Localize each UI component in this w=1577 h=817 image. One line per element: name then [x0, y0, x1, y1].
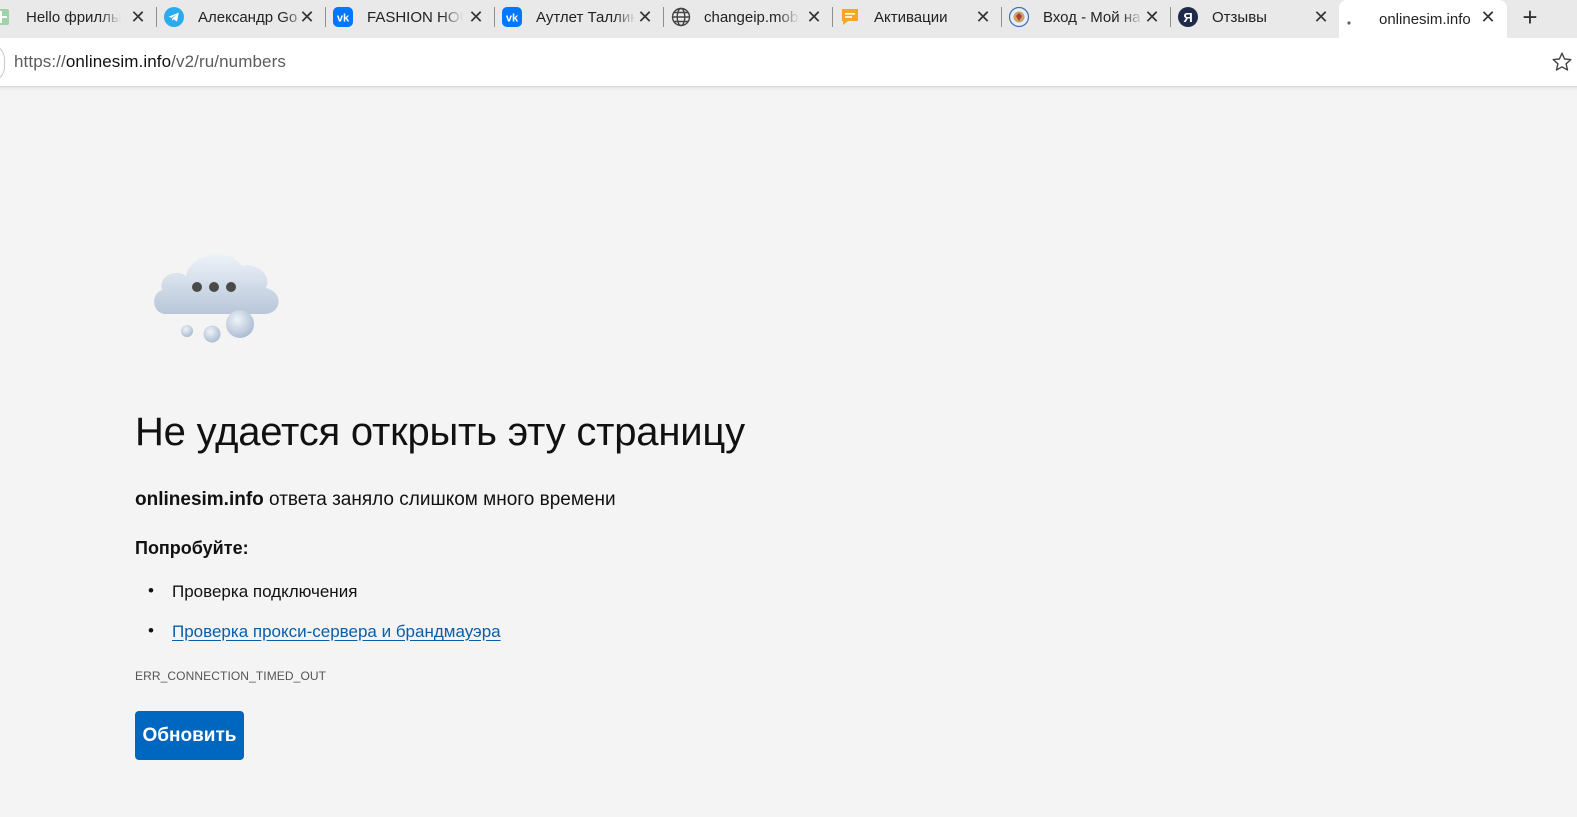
url-path: /v2/ru/numbers	[171, 52, 286, 71]
tab-activations[interactable]: Активации ✕	[840, 0, 1000, 34]
address-bar[interactable]: https://onlinesim.info/v2/ru/numbers	[14, 52, 286, 72]
new-tab-button[interactable]: +	[1517, 2, 1543, 32]
url-host: onlinesim.info	[65, 52, 172, 71]
omnibox-border	[0, 44, 5, 82]
vk-icon: vk	[333, 7, 353, 27]
tab-separator	[494, 7, 495, 27]
close-icon[interactable]: ✕	[297, 7, 317, 27]
try-label: Попробуйте:	[135, 538, 249, 558]
tab-title: FASHION HOU	[367, 8, 463, 26]
vk-icon: vk	[502, 7, 522, 27]
close-icon[interactable]: ✕	[466, 7, 486, 27]
tab-reviews[interactable]: Я Отзывы ✕	[1178, 0, 1338, 34]
tab-separator	[832, 7, 833, 27]
suggestion-text: Проверка подключения	[172, 582, 358, 601]
svg-text:Я: Я	[1183, 10, 1192, 25]
tab-title: changeip.mob	[704, 8, 799, 26]
close-icon[interactable]: ✕	[804, 7, 824, 27]
tab-outlet[interactable]: vk Аутлет Таллин ✕	[502, 0, 662, 34]
error-title: Не удается открыть эту страницу	[135, 410, 745, 454]
emblem-icon	[1009, 7, 1029, 27]
close-icon[interactable]: ✕	[1311, 7, 1331, 27]
tab-changeip[interactable]: changeip.mob ✕	[671, 0, 831, 34]
tab-onlinesim[interactable]: onlinesim.info ✕	[1339, 0, 1507, 38]
sheets-icon	[0, 7, 12, 27]
page-top-shadow	[0, 87, 1577, 91]
tab-login[interactable]: Вход - Мой на ✕	[1009, 0, 1169, 34]
cloud-icon	[154, 253, 279, 343]
error-code: ERR_CONNECTION_TIMED_OUT	[135, 669, 327, 683]
error-host: onlinesim.info	[135, 489, 264, 510]
telegram-icon	[164, 7, 184, 27]
tab-title: Аутлет Таллин	[536, 8, 636, 26]
tab-title: Вход - Мой на	[1043, 8, 1141, 26]
tab-separator	[1001, 7, 1002, 27]
close-icon[interactable]: ✕	[1478, 7, 1498, 27]
globe-icon	[671, 7, 691, 27]
close-icon[interactable]: ✕	[128, 7, 148, 27]
tab-separator	[325, 7, 326, 27]
url-scheme: https://	[14, 52, 66, 71]
loading-dot-icon	[1339, 9, 1359, 29]
tab-separator	[663, 7, 664, 27]
chat-icon	[840, 7, 860, 27]
tab-hello[interactable]: Hello фриллы ✕	[0, 0, 155, 34]
tab-strip: Hello фриллы ✕ Александр Gо ✕ vk FASHION…	[0, 0, 1577, 38]
tab-title: Александр Gо	[198, 8, 298, 26]
tab-title: Активации	[874, 8, 948, 26]
bullet: •	[148, 621, 154, 640]
tab-telegram[interactable]: Александр Gо ✕	[164, 0, 324, 34]
tab-title: onlinesim.info	[1379, 10, 1471, 28]
tab-separator	[156, 7, 157, 27]
favorite-star-icon[interactable]	[1551, 51, 1573, 73]
close-icon[interactable]: ✕	[635, 7, 655, 27]
tab-title: Отзывы	[1212, 8, 1267, 26]
svg-text:vk: vk	[506, 13, 519, 25]
svg-text:vk: vk	[337, 13, 350, 25]
tab-title: Hello фриллы	[26, 8, 121, 26]
tab-separator	[1170, 7, 1171, 27]
close-icon[interactable]: ✕	[973, 7, 993, 27]
tab-fashion[interactable]: vk FASHION HOU ✕	[333, 0, 493, 34]
close-icon[interactable]: ✕	[1142, 7, 1162, 27]
yandex-icon: Я	[1178, 7, 1198, 27]
error-description-text: ответа заняло слишком много времени	[263, 489, 616, 510]
reload-button[interactable]: Обновить	[135, 711, 244, 760]
toolbar: https://onlinesim.info/v2/ru/numbers	[0, 38, 1577, 87]
proxy-firewall-link[interactable]: Проверка прокси-сервера и брандмауэра	[172, 622, 501, 642]
error-description: onlinesim.info ответа заняло слишком мно…	[135, 489, 616, 511]
bullet: •	[148, 581, 154, 600]
